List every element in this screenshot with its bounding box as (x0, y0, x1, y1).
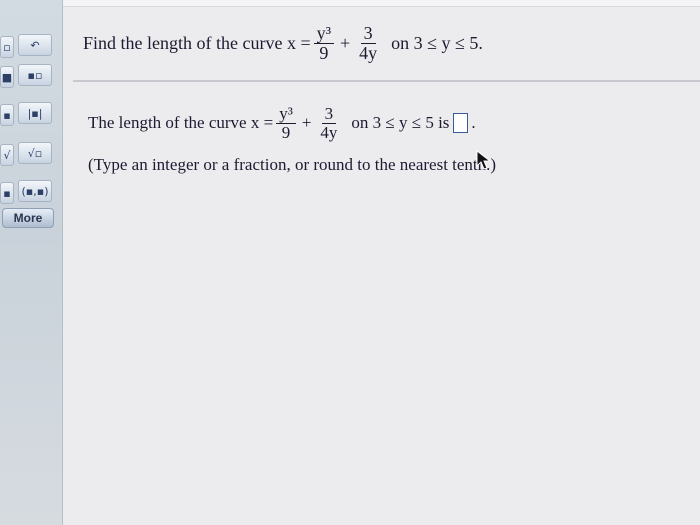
answer-fraction-1-denominator: 9 (281, 122, 291, 142)
question-prefix: Find the length of the curve x = (83, 32, 311, 53)
section-divider (73, 80, 700, 82)
more-button[interactable]: More (2, 208, 54, 228)
question-fraction-2-denominator: 4y (359, 42, 378, 63)
tool-nth-root-icon[interactable]: √ (0, 144, 14, 166)
question-area: Find the length of the curve x = y³ 9 + … (63, 0, 700, 525)
question-suffix: on 3 ≤ y ≤ 5. (391, 32, 483, 53)
answer-statement: The length of the curve x = y³ 9 + 3 4y … (88, 105, 476, 142)
tool-decimal-icon[interactable]: ▪ (0, 182, 14, 204)
tool-dot-icon[interactable]: ■ (0, 66, 14, 88)
question-fraction-1-numerator: y³ (313, 24, 335, 44)
mouse-cursor-icon (476, 150, 492, 170)
answer-instruction: (Type an integer or a fraction, or round… (88, 155, 497, 174)
math-tool-palette: ▫ ↶ ■ ▪▫ ▪ |▪| √ √▫ ▪ (▪,▪) More (0, 0, 63, 525)
answer-fraction-2-denominator: 4y (320, 122, 338, 142)
tool-square-root-icon[interactable]: √▫ (18, 142, 52, 164)
tool-fraction-icon[interactable]: ▪▫ (18, 64, 52, 86)
answer-fraction-2: 3 4y (317, 105, 340, 142)
answer-plus-sign: + (301, 113, 312, 133)
answer-prefix: The length of the curve x = (88, 113, 274, 133)
question-plus-sign: + (340, 32, 351, 53)
answer-suffix: on 3 ≤ y ≤ 5 is (351, 113, 450, 133)
question-fraction-2-numerator: 3 (360, 24, 376, 44)
tool-undo-icon[interactable]: ↶ (18, 34, 52, 56)
answer-fraction-2-numerator: 3 (321, 105, 337, 124)
tool-cut-off-icon[interactable]: ▫ (0, 36, 14, 58)
question-fraction-2: 3 4y (356, 24, 380, 63)
question-fraction-1: y³ 9 (313, 24, 335, 63)
top-strip (63, 0, 700, 7)
answer-period: . (471, 113, 476, 133)
tool-absolute-value-icon[interactable]: |▪| (18, 102, 52, 124)
question-fraction-1-denominator: 9 (319, 42, 329, 63)
tool-dot2-icon[interactable]: ▪ (0, 104, 14, 126)
answer-input-box[interactable] (453, 113, 469, 134)
tool-interval-icon[interactable]: (▪,▪) (18, 180, 52, 202)
answer-fraction-1: y³ 9 (276, 105, 296, 142)
question-text: Find the length of the curve x = y³ 9 + … (83, 24, 483, 63)
answer-fraction-1-numerator: y³ (276, 105, 296, 124)
